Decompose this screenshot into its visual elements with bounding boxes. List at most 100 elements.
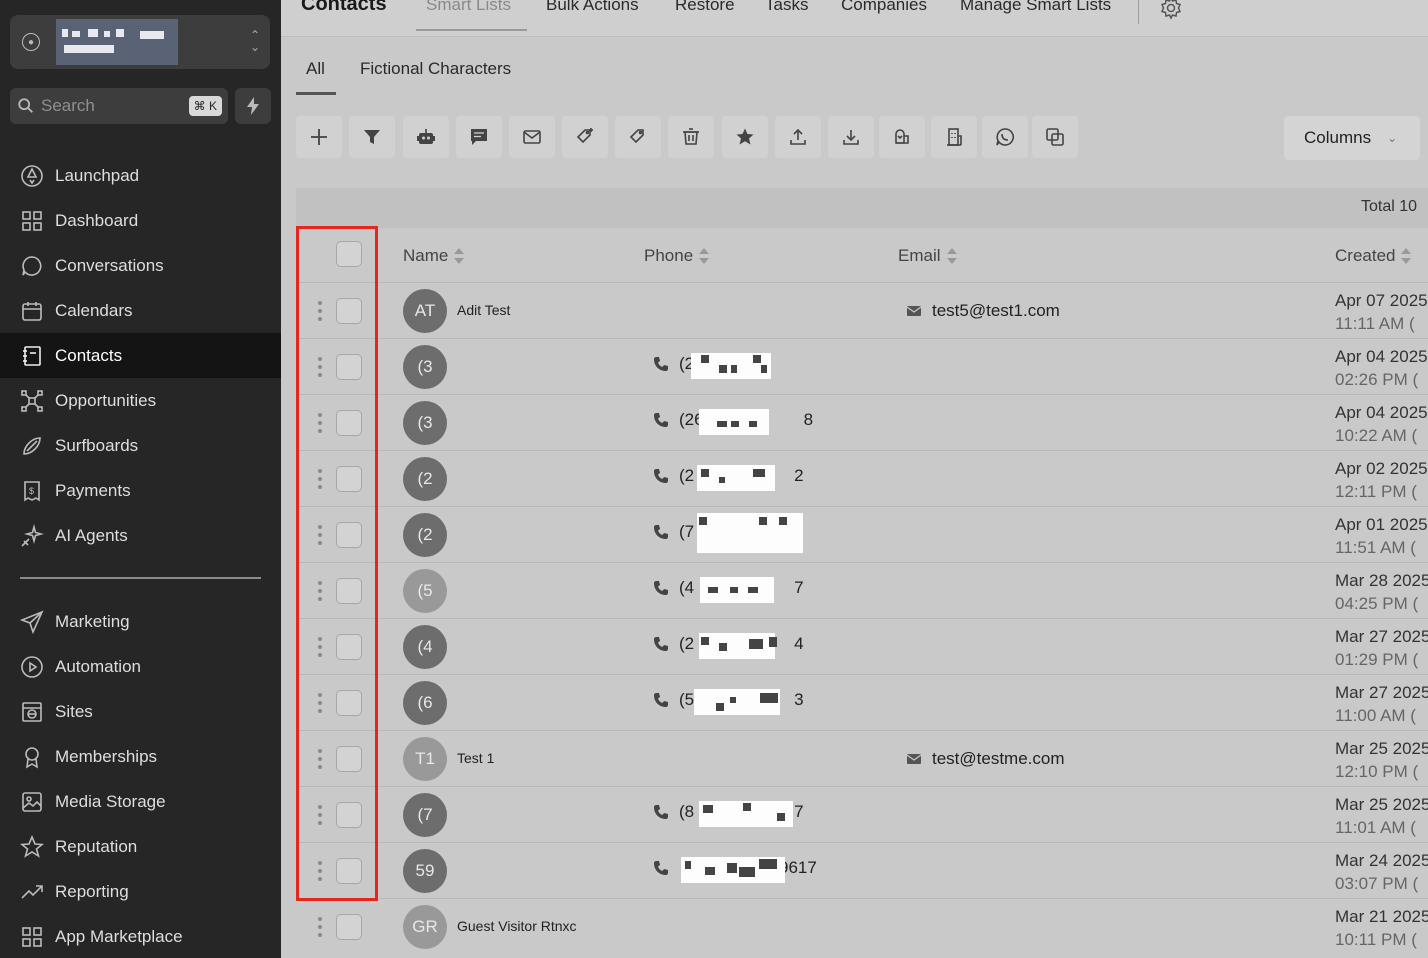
row-menu-icon[interactable] <box>318 917 322 937</box>
row-menu-icon[interactable] <box>318 637 322 657</box>
sidebar-item-conversations[interactable]: Conversations <box>0 243 281 288</box>
sidebar-item-dashboard[interactable]: Dashboard <box>0 198 281 243</box>
row-checkbox[interactable] <box>336 298 362 324</box>
mailbox-button[interactable] <box>879 116 925 158</box>
delete-button[interactable] <box>668 116 714 158</box>
row-menu-icon[interactable] <box>318 805 322 825</box>
sort-icon <box>454 248 465 264</box>
row-checkbox[interactable] <box>336 522 362 548</box>
table-row[interactable]: 59 9617 Mar 24 2025 03:07 PM ( <box>296 842 1428 898</box>
table-row[interactable]: (5 (4 7 Mar 28 2025 04:25 PM ( <box>296 562 1428 618</box>
table-row[interactable]: (4 (2 4 Mar 27 2025 01:29 PM ( <box>296 618 1428 674</box>
send-sms-button[interactable] <box>456 116 502 158</box>
columns-dropdown[interactable]: Columns ⌄ <box>1284 116 1420 160</box>
row-checkbox[interactable] <box>336 410 362 436</box>
quick-action-button[interactable] <box>235 88 271 124</box>
sidebar-item-calendars[interactable]: Calendars <box>0 288 281 333</box>
tab-bulk-actions[interactable]: Bulk Actions <box>546 0 639 15</box>
filter-button[interactable] <box>349 116 395 158</box>
column-header-created[interactable]: Created <box>1335 246 1412 266</box>
table-row[interactable]: T1 Test 1 test@testme.com Mar 25 2025 12:10 … <box>296 730 1428 786</box>
row-menu-icon[interactable] <box>318 525 322 545</box>
sidebar-item-marketing[interactable]: Marketing <box>0 599 281 644</box>
row-checkbox[interactable] <box>336 802 362 828</box>
table-row[interactable]: (2 (2 2 Apr 02 2025 12:11 PM ( <box>296 450 1428 506</box>
tab-manage-smart-lists[interactable]: Manage Smart Lists <box>960 0 1111 15</box>
sidebar-item-media-storage[interactable]: Media Storage <box>0 779 281 824</box>
tab-tasks[interactable]: Tasks <box>765 0 808 15</box>
row-menu-icon[interactable] <box>318 861 322 881</box>
sidebar-item-label: Contacts <box>55 345 123 365</box>
row-checkbox[interactable] <box>336 746 362 772</box>
subtab-fictional-characters[interactable]: Fictional Characters <box>360 59 511 79</box>
sidebar-item-memberships[interactable]: Memberships <box>0 734 281 779</box>
whatsapp-button[interactable] <box>982 116 1028 158</box>
row-checkbox[interactable] <box>336 634 362 660</box>
sidebar-item-label: App Marketplace <box>55 926 183 946</box>
review-request-button[interactable] <box>722 116 768 158</box>
gear-icon[interactable] <box>1159 0 1183 20</box>
sidebar-item-surfboards[interactable]: Surfboards <box>0 423 281 468</box>
contact-email[interactable]: test5@test1.com <box>906 301 1060 321</box>
table-row[interactable]: (3 (2 Apr 04 2025 02:26 PM ( <box>296 338 1428 394</box>
contact-name[interactable]: Test 1 <box>457 750 494 766</box>
sidebar-item-contacts[interactable]: Contacts <box>0 333 281 378</box>
sidebar-item-opportunities[interactable]: Opportunities <box>0 378 281 423</box>
sidebar-item-reporting[interactable]: Reporting <box>0 869 281 914</box>
workflow-button[interactable] <box>403 116 449 158</box>
created-date: Mar 24 2025 <box>1335 851 1428 870</box>
whatsapp-icon <box>996 128 1014 146</box>
contact-email[interactable]: test@testme.com <box>906 749 1065 769</box>
row-checkbox[interactable] <box>336 354 362 380</box>
table-row[interactable]: GR Guest Visitor Rtnxc Mar 21 2025 10:11 PM… <box>296 898 1428 954</box>
row-checkbox[interactable] <box>336 466 362 492</box>
row-menu-icon[interactable] <box>318 301 322 321</box>
table-row[interactable]: (6 (5 3 Mar 27 2025 11:00 AM ( <box>296 674 1428 730</box>
table-row[interactable]: (2 (7 Apr 01 2025 11:51 AM ( <box>296 506 1428 562</box>
sidebar-item-app-marketplace[interactable]: App Marketplace <box>0 914 281 958</box>
merge-button[interactable] <box>1032 116 1078 158</box>
row-checkbox[interactable] <box>336 690 362 716</box>
search-box[interactable]: Search ⌘ K <box>10 88 228 124</box>
table-row[interactable]: (7 (8 7 Mar 25 2025 11:01 AM ( <box>296 786 1428 842</box>
add-contact-button[interactable] <box>296 116 342 158</box>
column-header-name[interactable]: Name <box>403 246 465 266</box>
download-icon <box>843 130 859 145</box>
row-checkbox[interactable] <box>336 914 362 940</box>
row-checkbox[interactable] <box>336 858 362 884</box>
table-row[interactable]: AT Adit Test test5@test1.com Apr 07 2025 11:… <box>296 282 1428 338</box>
subtab-all[interactable]: All <box>306 59 325 79</box>
column-header-email[interactable]: Email <box>898 246 957 266</box>
row-menu-icon[interactable] <box>318 749 322 769</box>
account-switcher[interactable]: ● ⌃ ⌄ <box>10 15 270 69</box>
sidebar-item-reputation[interactable]: Reputation <box>0 824 281 869</box>
tab-restore[interactable]: Restore <box>675 0 735 15</box>
row-menu-icon[interactable] <box>318 413 322 433</box>
contact-name[interactable]: Guest Visitor Rtnxc <box>457 918 577 934</box>
select-all-checkbox[interactable] <box>336 241 362 267</box>
import-button[interactable] <box>775 116 821 158</box>
row-menu-icon[interactable] <box>318 581 322 601</box>
sidebar-item-automation[interactable]: Automation <box>0 644 281 689</box>
sidebar-item-ai-agents[interactable]: AI Agents <box>0 513 281 558</box>
row-menu-icon[interactable] <box>318 357 322 377</box>
tab-smart-lists[interactable]: Smart Lists <box>426 0 511 15</box>
contact-name[interactable]: Adit Test <box>457 302 510 318</box>
company-button[interactable] <box>931 116 977 158</box>
send-email-button[interactable] <box>509 116 555 158</box>
avatar: AT <box>403 289 447 333</box>
sidebar-item-launchpad[interactable]: Launchpad <box>0 153 281 198</box>
tab-companies[interactable]: Companies <box>841 0 927 15</box>
row-menu-icon[interactable] <box>318 693 322 713</box>
export-button[interactable] <box>828 116 874 158</box>
row-menu-icon[interactable] <box>318 469 322 489</box>
sidebar-item-payments[interactable]: $ Payments <box>0 468 281 513</box>
remove-tag-button[interactable] <box>615 116 661 158</box>
search-icon <box>18 98 33 113</box>
surfboard-icon <box>23 436 41 455</box>
row-checkbox[interactable] <box>336 578 362 604</box>
column-header-phone[interactable]: Phone <box>644 246 710 266</box>
sidebar-item-sites[interactable]: Sites <box>0 689 281 734</box>
table-row[interactable]: (3 (26 8 Apr 04 2025 10:22 AM ( <box>296 394 1428 450</box>
add-tag-button[interactable] <box>562 116 608 158</box>
